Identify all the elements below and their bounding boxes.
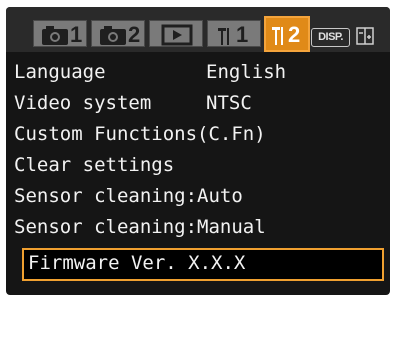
menu-item-label: Custom Functions(C.Fn) <box>14 123 266 145</box>
disp-badge: DISP. <box>311 28 350 47</box>
tab-setup-1-number: 1 <box>236 22 249 47</box>
menu-item-label: Sensor cleaning:Manual <box>14 216 266 238</box>
exposure-compensation-icon <box>356 27 374 45</box>
tab-setup-2-number: 2 <box>288 22 301 47</box>
menu-item-sensor-cleaning-auto[interactable]: Sensor cleaning:Auto <box>6 182 370 213</box>
wrench-icon <box>218 28 229 45</box>
menu-item-video-system[interactable]: Video system NTSC <box>6 89 370 120</box>
menu-item-label: Language <box>14 61 106 83</box>
menu-item-value: NTSC <box>206 92 252 114</box>
tab-playback[interactable] <box>149 20 203 47</box>
menu-item-label: Clear settings <box>14 154 175 176</box>
playback-icon <box>161 24 193 46</box>
tab-shooting-2[interactable]: 2 <box>91 20 145 47</box>
tab-shooting-1-number: 1 <box>70 22 83 47</box>
menu-item-custom-functions[interactable]: Custom Functions(C.Fn) <box>6 120 370 151</box>
menu-item-label: Firmware Ver. X.X.X <box>28 252 246 274</box>
menu-item-label: Video system <box>14 92 152 114</box>
wrench-icon <box>272 27 283 45</box>
menu-tab-bar: 1 2 1 2 DISP. <box>6 7 390 52</box>
menu-item-firmware-version[interactable]: Firmware Ver. X.X.X <box>22 248 384 281</box>
menu-item-clear-settings[interactable]: Clear settings <box>6 151 370 182</box>
tab-shooting-1[interactable]: 1 <box>33 20 87 47</box>
tab-setup-2[interactable]: 2 <box>264 16 310 52</box>
menu-item-sensor-cleaning-manual[interactable]: Sensor cleaning:Manual <box>6 213 370 244</box>
menu-item-label: Sensor cleaning:Auto <box>14 185 243 207</box>
menu-item-value: English <box>206 61 287 83</box>
menu-item-language[interactable]: Language English <box>6 58 370 89</box>
tab-shooting-2-number: 2 <box>128 22 141 47</box>
tab-setup-1[interactable]: 1 <box>207 20 261 47</box>
